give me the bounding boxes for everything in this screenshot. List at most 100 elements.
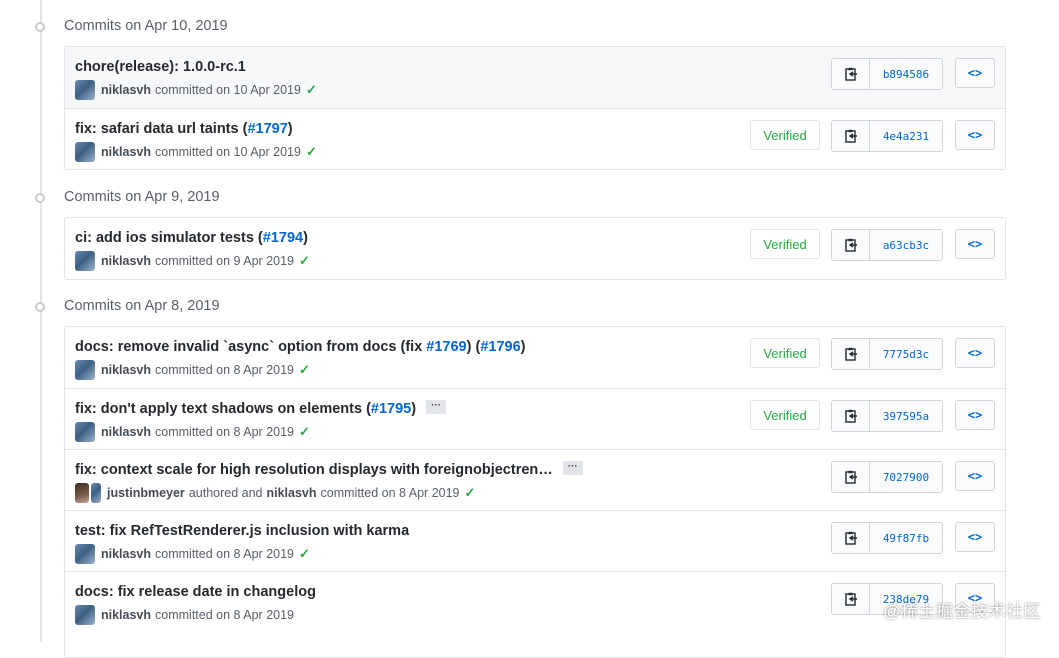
avatar[interactable] bbox=[91, 483, 101, 503]
commit-title[interactable]: test: fix RefTestRenderer.js inclusion w… bbox=[75, 523, 409, 539]
commit-author[interactable]: niklasvh bbox=[101, 145, 151, 159]
commit-sha[interactable]: 7775d3c bbox=[870, 339, 942, 369]
code-icon[interactable]: <> bbox=[955, 522, 995, 552]
commit-node-icon bbox=[32, 19, 46, 33]
check-icon[interactable]: ✓ bbox=[299, 362, 310, 378]
commit-author[interactable]: niklasvh bbox=[101, 547, 151, 561]
issue-link[interactable]: #1794 bbox=[263, 230, 303, 246]
clipboard-icon[interactable] bbox=[832, 121, 870, 151]
code-icon[interactable]: <> bbox=[955, 229, 995, 259]
check-icon[interactable]: ✓ bbox=[299, 424, 310, 440]
day-header: Commits on Apr 10, 2019 bbox=[32, 16, 228, 36]
commit-meta: niklasvh committed on 10 Apr 2019 ✓ bbox=[75, 142, 317, 162]
commit-meta: niklasvh committed on 8 Apr 2019 bbox=[75, 605, 294, 625]
avatar[interactable] bbox=[75, 605, 95, 625]
commit-title[interactable]: fix: don't apply text shadows on element… bbox=[75, 400, 447, 417]
check-icon[interactable]: ✓ bbox=[306, 144, 317, 160]
commit-author[interactable]: niklasvh bbox=[101, 83, 151, 97]
commit-sha[interactable]: a63cb3c bbox=[870, 230, 942, 260]
sha-group: 4e4a231 bbox=[831, 120, 943, 152]
commit-author[interactable]: niklasvh bbox=[101, 254, 151, 268]
day-header: Commits on Apr 8, 2019 bbox=[32, 296, 220, 316]
clipboard-icon[interactable] bbox=[832, 523, 870, 553]
commit-sha[interactable]: 397595a bbox=[870, 401, 942, 431]
clipboard-icon[interactable] bbox=[832, 59, 870, 89]
avatar[interactable] bbox=[75, 544, 95, 564]
expand-ellipsis-button[interactable]: ··· bbox=[562, 461, 583, 476]
clipboard-icon[interactable] bbox=[832, 401, 870, 431]
avatar[interactable] bbox=[75, 142, 95, 162]
commit-sha[interactable]: 7027900 bbox=[870, 462, 942, 492]
commit-meta: niklasvh committed on 9 Apr 2019 ✓ bbox=[75, 251, 310, 271]
commit-meta: niklasvh committed on 8 Apr 2019 ✓ bbox=[75, 422, 310, 442]
commit-title[interactable]: ci: add ios simulator tests (#1794) bbox=[75, 230, 308, 246]
avatar[interactable] bbox=[75, 483, 89, 503]
commit-author[interactable]: niklasvh bbox=[101, 425, 151, 439]
commit-title[interactable]: chore(release): 1.0.0-rc.1 bbox=[75, 59, 246, 75]
commit-meta: justinbmeyer authored and niklasvh commi… bbox=[75, 483, 475, 503]
clipboard-icon[interactable] bbox=[832, 339, 870, 369]
sha-group: 397595a bbox=[831, 400, 943, 432]
commit-group: ci: add ios simulator tests (#1794) nikl… bbox=[64, 217, 1006, 280]
verified-badge[interactable]: Verified bbox=[750, 338, 820, 368]
issue-link[interactable]: #1797 bbox=[247, 121, 287, 137]
commit-row: docs: remove invalid `async` option from… bbox=[65, 327, 1005, 388]
commit-author[interactable]: justinbmeyer bbox=[107, 486, 185, 500]
commit-sha[interactable]: b894586 bbox=[870, 59, 942, 89]
commit-row: test: fix RefTestRenderer.js inclusion w… bbox=[65, 510, 1005, 571]
verified-badge[interactable]: Verified bbox=[750, 120, 820, 150]
avatar[interactable] bbox=[75, 251, 95, 271]
commit-committer[interactable]: niklasvh bbox=[267, 486, 317, 500]
commit-node-icon bbox=[32, 190, 46, 204]
sha-group: a63cb3c bbox=[831, 229, 943, 261]
commit-author[interactable]: niklasvh bbox=[101, 608, 151, 622]
sha-group: 7027900 bbox=[831, 461, 943, 493]
check-icon[interactable]: ✓ bbox=[299, 253, 310, 269]
commit-title[interactable]: docs: fix release date in changelog bbox=[75, 584, 316, 600]
code-icon[interactable]: <> bbox=[955, 461, 995, 491]
sha-group: 49f87fb bbox=[831, 522, 943, 554]
commit-sha[interactable]: 4e4a231 bbox=[870, 121, 942, 151]
commit-row: chore(release): 1.0.0-rc.1 niklasvh comm… bbox=[65, 47, 1005, 108]
commit-title[interactable]: fix: safari data url taints (#1797) bbox=[75, 121, 293, 137]
timeline-line bbox=[40, 0, 42, 642]
avatar[interactable] bbox=[75, 422, 95, 442]
day-label: Commits on Apr 9, 2019 bbox=[64, 189, 220, 205]
verified-badge[interactable]: Verified bbox=[750, 229, 820, 259]
commit-node-icon bbox=[32, 299, 46, 313]
code-icon[interactable]: <> bbox=[955, 58, 995, 88]
clipboard-icon[interactable] bbox=[832, 462, 870, 492]
commit-row: ci: add ios simulator tests (#1794) nikl… bbox=[65, 218, 1005, 279]
clipboard-icon[interactable] bbox=[832, 230, 870, 260]
commit-group: docs: remove invalid `async` option from… bbox=[64, 326, 1006, 658]
day-header: Commits on Apr 9, 2019 bbox=[32, 187, 220, 207]
avatar[interactable] bbox=[75, 360, 95, 380]
avatar[interactable] bbox=[75, 80, 95, 100]
sha-group: 7775d3c bbox=[831, 338, 943, 370]
commit-meta: niklasvh committed on 8 Apr 2019 ✓ bbox=[75, 360, 310, 380]
check-icon[interactable]: ✓ bbox=[306, 82, 317, 98]
verified-badge[interactable]: Verified bbox=[750, 400, 820, 430]
day-label: Commits on Apr 8, 2019 bbox=[64, 298, 220, 314]
issue-link[interactable]: #1795 bbox=[371, 401, 411, 417]
issue-link[interactable]: #1769 bbox=[426, 339, 466, 355]
commit-title[interactable]: docs: remove invalid `async` option from… bbox=[75, 339, 525, 355]
day-label: Commits on Apr 10, 2019 bbox=[64, 18, 228, 34]
code-icon[interactable]: <> bbox=[955, 400, 995, 430]
commit-title[interactable]: fix: context scale for high resolution d… bbox=[75, 461, 583, 478]
expand-ellipsis-button[interactable]: ··· bbox=[426, 400, 447, 415]
commit-row: fix: safari data url taints (#1797) nikl… bbox=[65, 108, 1005, 169]
code-icon[interactable]: <> bbox=[955, 120, 995, 150]
commit-author[interactable]: niklasvh bbox=[101, 363, 151, 377]
code-icon[interactable]: <> bbox=[955, 338, 995, 368]
commit-row: fix: don't apply text shadows on element… bbox=[65, 388, 1005, 449]
commit-meta: niklasvh committed on 8 Apr 2019 ✓ bbox=[75, 544, 310, 564]
issue-link[interactable]: #1796 bbox=[480, 339, 520, 355]
commit-sha[interactable]: 49f87fb bbox=[870, 523, 942, 553]
check-icon[interactable]: ✓ bbox=[465, 485, 476, 501]
commit-row: docs: fix release date in changelog nikl… bbox=[65, 571, 1005, 632]
clipboard-icon[interactable] bbox=[832, 584, 870, 614]
commit-meta: niklasvh committed on 10 Apr 2019 ✓ bbox=[75, 80, 317, 100]
sha-group: b894586 bbox=[831, 58, 943, 90]
check-icon[interactable]: ✓ bbox=[299, 546, 310, 562]
